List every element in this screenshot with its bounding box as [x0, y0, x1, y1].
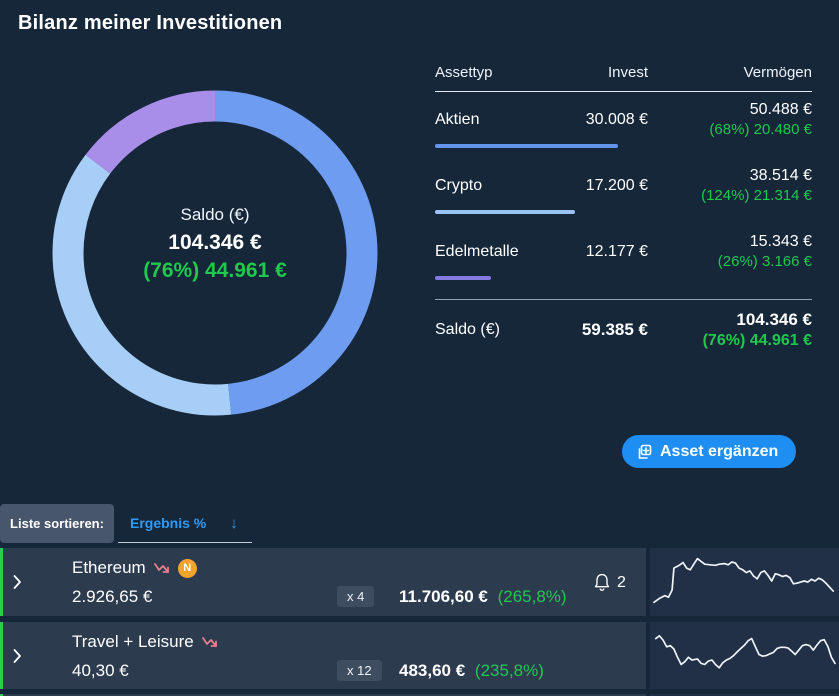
asset-gain-percent: (265,8%)	[498, 587, 567, 606]
aktien-share-bar	[435, 144, 618, 148]
vermoegen-gain: (124%) 21.314 €	[648, 187, 812, 204]
sparkline-chart	[650, 548, 839, 616]
vermoegen-value: 38.514 €	[648, 167, 812, 185]
asset-value-line: 11.706,60 € (265,8%)	[399, 587, 567, 607]
investment-dashboard: Bilanz meiner Investitionen Saldo (€) 10…	[0, 0, 839, 696]
asset-list: Ethereum N 2.926,65 € x 4 11.706,60 €	[0, 548, 839, 696]
saldo-value: 104.346 €	[50, 231, 380, 255]
saldo-label: Saldo (€)	[50, 205, 380, 225]
asset-total-value: 11.706,60 €	[399, 587, 488, 606]
asset-price: 40,30 €	[72, 661, 218, 681]
sort-option-label: Ergebnis %	[130, 515, 206, 531]
sparkline-panel	[650, 622, 839, 689]
asset-name: Travel + Leisure	[72, 632, 194, 652]
add-asset-label: Asset ergänzen	[660, 443, 778, 461]
saldo-gain: (76%) 44.961 €	[50, 259, 380, 283]
asset-name: Ethereum	[72, 558, 146, 578]
total-gain: (76%) 44.961 €	[648, 332, 812, 350]
invest-value: 17.200 €	[555, 177, 648, 195]
sparkline-chart	[650, 622, 839, 689]
vermoegen-value: 15.343 €	[648, 233, 812, 251]
table-row-crypto: Crypto 17.200 € 38.514 € (124%) 21.314 €	[435, 167, 812, 204]
new-badge: N	[178, 559, 197, 578]
vermoegen-cell: 50.488 € (68%) 20.480 €	[648, 101, 812, 138]
asset-row-main: Travel + Leisure 40,30 € x 12 483,60 € (…	[0, 622, 646, 689]
total-vermoegen: 104.346 €	[648, 310, 812, 330]
chevron-right-icon[interactable]	[13, 575, 22, 590]
crypto-share-bar	[435, 210, 575, 214]
table-header: Assettyp Invest Vermögen	[435, 64, 812, 92]
asset-type-name: Crypto	[435, 177, 555, 195]
table-row-edelmetalle: Edelmetalle 12.177 € 15.343 € (26%) 3.16…	[435, 233, 812, 270]
asset-total-value: 483,60 €	[399, 661, 465, 680]
vermoegen-cell: 38.514 € (124%) 21.314 €	[648, 167, 812, 204]
sort-list-label: Liste sortieren:	[0, 504, 114, 543]
vermoegen-cell: 15.343 € (26%) 3.166 €	[648, 233, 812, 270]
asset-type-name: Aktien	[435, 111, 555, 129]
asset-row-travel-leisure[interactable]: Travel + Leisure 40,30 € x 12 483,60 € (…	[0, 622, 839, 689]
total-label: Saldo (€)	[435, 321, 555, 339]
header-invest: Invest	[555, 64, 648, 81]
asset-type-table: Assettyp Invest Vermögen Aktien 30.008 €…	[435, 64, 812, 350]
asset-gain-percent: (235,8%)	[475, 661, 544, 680]
invest-value: 30.008 €	[555, 111, 648, 129]
bell-icon	[593, 572, 611, 593]
edelmetalle-share-bar	[435, 276, 491, 280]
alert-count: 2	[617, 574, 626, 592]
header-vermoegen: Vermögen	[648, 64, 812, 81]
sort-option-ergebnis[interactable]: Ergebnis % ↓	[118, 504, 252, 543]
trend-down-icon	[154, 562, 170, 574]
sparkline-panel	[650, 548, 839, 616]
page-title: Bilanz meiner Investitionen	[18, 12, 282, 35]
asset-price: 2.926,65 €	[72, 587, 197, 607]
add-document-icon	[636, 444, 652, 460]
asset-type-name: Edelmetalle	[435, 243, 555, 261]
sort-direction-arrow-icon[interactable]: ↓	[230, 515, 238, 532]
invest-value: 12.177 €	[555, 243, 648, 261]
portfolio-donut-chart: Saldo (€) 104.346 € (76%) 44.961 €	[50, 88, 380, 418]
header-assettyp: Assettyp	[435, 64, 555, 81]
asset-info: Ethereum N 2.926,65 €	[72, 557, 197, 607]
quantity-badge: x 4	[337, 586, 374, 607]
quantity-badge: x 12	[337, 660, 382, 681]
trend-down-icon	[202, 636, 218, 648]
add-asset-button[interactable]: Asset ergänzen	[622, 435, 796, 468]
asset-row-ethereum[interactable]: Ethereum N 2.926,65 € x 4 11.706,60 €	[0, 548, 839, 616]
table-row-aktien: Aktien 30.008 € 50.488 € (68%) 20.480 €	[435, 101, 812, 138]
asset-info: Travel + Leisure 40,30 €	[72, 631, 218, 681]
price-alerts[interactable]: 2	[593, 572, 626, 593]
asset-row-main: Ethereum N 2.926,65 € x 4 11.706,60 €	[0, 548, 646, 616]
vermoegen-value: 50.488 €	[648, 101, 812, 119]
vermoegen-gain: (68%) 20.480 €	[648, 121, 812, 138]
asset-value-line: 483,60 € (235,8%)	[399, 661, 544, 681]
total-invest: 59.385 €	[555, 320, 648, 340]
chevron-right-icon[interactable]	[13, 648, 22, 663]
total-vermoegen-cell: 104.346 € (76%) 44.961 €	[648, 310, 812, 350]
vermoegen-gain: (26%) 3.166 €	[648, 253, 812, 270]
table-total-row: Saldo (€) 59.385 € 104.346 € (76%) 44.96…	[435, 299, 812, 350]
donut-center-summary: Saldo (€) 104.346 € (76%) 44.961 €	[50, 205, 380, 283]
